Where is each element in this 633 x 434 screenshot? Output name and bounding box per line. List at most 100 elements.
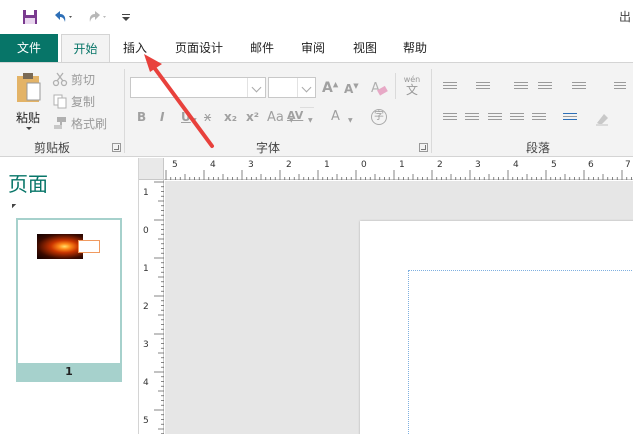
line-break-icon[interactable] (614, 82, 626, 94)
thumbnail-textbox (78, 240, 100, 253)
strikethrough-button[interactable]: x (204, 110, 211, 124)
ruler-label: 0 (361, 160, 367, 170)
vertical-ruler[interactable]: 1 0 1 2 3 4 5 (139, 180, 164, 434)
undo-icon[interactable] (50, 6, 76, 28)
scissors-icon (52, 71, 68, 87)
ruler-label: 4 (143, 378, 149, 388)
quick-access-toolbar: 出 (0, 0, 633, 34)
distribute-icon[interactable] (532, 113, 546, 125)
chevron-down-icon[interactable]: ▼ (308, 117, 313, 124)
font-color-button[interactable]: A (331, 109, 340, 124)
group-divider (431, 69, 432, 153)
chevron-down-icon[interactable]: ▼ (348, 117, 353, 124)
ruler-corner[interactable] (139, 158, 164, 180)
clear-formatting-icon[interactable]: A (370, 79, 390, 97)
ribbon-tabs: 文件 开始 插入 页面设计 邮件 审阅 视图 帮助 (0, 34, 633, 63)
publication-page[interactable] (360, 221, 633, 434)
chevron-down-icon[interactable] (297, 78, 315, 97)
clipboard-group-label: 剪贴板 (34, 141, 71, 155)
paste-label: 粘贴 (16, 111, 41, 125)
ribbon-home: 粘贴 剪切 复制 格式刷 剪贴板 A▲ A▼ A wén 文 B I U ▼ x… (0, 62, 633, 157)
ruler-label: 3 (475, 160, 481, 170)
decrease-indent-icon[interactable] (514, 82, 528, 94)
ruler-label: 4 (513, 160, 519, 170)
ruler-label: 5 (143, 416, 149, 426)
ruler-label: 0 (143, 226, 149, 236)
numbering-icon[interactable] (476, 82, 490, 94)
collapse-icon[interactable] (7, 199, 17, 209)
pages-pane: 页面 1 (0, 158, 139, 434)
font-size-combo[interactable] (268, 77, 316, 98)
paste-button[interactable]: 粘贴 (10, 69, 46, 135)
align-right-icon[interactable] (488, 113, 502, 125)
justify-icon[interactable] (510, 113, 524, 125)
save-icon[interactable] (20, 6, 40, 28)
align-center-icon[interactable] (465, 113, 479, 125)
copy-button[interactable]: 复制 (52, 91, 95, 111)
shrink-font-label: A (344, 82, 354, 96)
tab-review[interactable]: 审阅 (292, 34, 334, 62)
ruler-label: 5 (551, 160, 557, 170)
page-thumbnail[interactable]: 1 (16, 218, 122, 382)
ruler-label: 1 (143, 188, 149, 198)
increase-indent-icon[interactable] (538, 82, 552, 94)
paste-dropdown-icon (26, 127, 32, 130)
underline-button[interactable]: U (181, 110, 191, 124)
bold-button[interactable]: B (137, 110, 146, 124)
format-painter-icon (52, 115, 68, 131)
format-painter-button[interactable]: 格式刷 (52, 113, 107, 133)
workspace-canvas[interactable] (165, 181, 633, 434)
chevron-down-icon[interactable] (247, 78, 265, 97)
align-left-icon[interactable] (443, 113, 457, 125)
redo-icon[interactable] (84, 6, 110, 28)
page-number: 1 (65, 365, 73, 378)
change-case-button[interactable]: Aa (267, 110, 284, 125)
font-name-combo[interactable] (130, 77, 266, 98)
shrink-font-button[interactable]: A▼ (344, 82, 359, 96)
enclose-characters-button[interactable]: 字 (371, 109, 387, 125)
tab-home[interactable]: 开始 (61, 34, 110, 63)
ruler-label: 5 (172, 160, 178, 170)
tab-view[interactable]: 视图 (344, 34, 386, 62)
customize-qat-icon[interactable] (118, 6, 134, 28)
format-painter-label: 格式刷 (71, 116, 108, 131)
subscript-button[interactable]: x₂ (224, 110, 237, 124)
ruler-label: 2 (437, 160, 443, 170)
ruler-label: 3 (143, 340, 149, 350)
grow-font-button[interactable]: A▲ (322, 80, 338, 96)
tab-insert[interactable]: 插入 (114, 34, 156, 62)
grow-font-label: A (322, 80, 333, 96)
italic-button[interactable]: I (160, 110, 164, 124)
character-spacing-button[interactable]: AV (287, 109, 303, 122)
thumbnail-image (37, 234, 83, 259)
font-launcher-icon[interactable] (419, 143, 428, 152)
columns-icon[interactable] (572, 82, 586, 94)
paragraph-group-label: 段落 (526, 141, 551, 155)
horizontal-ruler[interactable]: 5 4 3 2 1 0 1 2 3 4 5 6 7 (164, 158, 633, 180)
bullets-icon[interactable] (443, 82, 457, 94)
ruler-label: 1 (143, 264, 149, 274)
shading-icon[interactable] (594, 111, 614, 127)
copy-label: 复制 (71, 94, 96, 109)
clipboard-launcher-icon[interactable] (112, 143, 121, 152)
tab-help[interactable]: 帮助 (396, 34, 434, 62)
ruler-label: 2 (286, 160, 292, 170)
tab-page-design[interactable]: 页面设计 (168, 34, 230, 62)
superscript-button[interactable]: x² (246, 110, 259, 124)
page-thumbnail-preview (18, 220, 120, 363)
ruler-label: 3 (248, 160, 254, 170)
chevron-down-icon[interactable]: ▼ (192, 117, 197, 124)
publisher-window: 出 文件 开始 插入 页面设计 邮件 审阅 视图 帮助 粘贴 剪切 复制 格式刷… (0, 0, 633, 434)
margin-guide (408, 270, 633, 434)
ruler-label: 2 (143, 302, 149, 312)
phonetic-guide-char: 文 (405, 83, 418, 97)
line-spacing-icon[interactable] (563, 113, 577, 125)
pages-pane-title: 页面 (8, 172, 48, 196)
tab-mailings[interactable]: 邮件 (243, 34, 281, 62)
group-divider (124, 69, 125, 153)
enclose-characters-label: 字 (374, 111, 384, 122)
ruler-label: 6 (588, 160, 594, 170)
tab-file[interactable]: 文件 (0, 34, 58, 62)
phonetic-guide-button[interactable]: wén 文 (401, 75, 423, 101)
cut-button[interactable]: 剪切 (52, 69, 95, 89)
